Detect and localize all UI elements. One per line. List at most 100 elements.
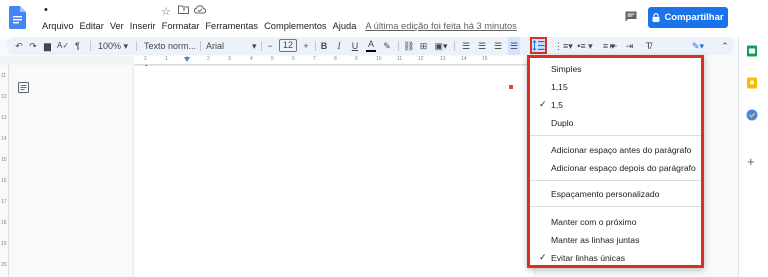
- add-addon-icon[interactable]: +: [747, 154, 755, 169]
- toolbar-divider: [261, 41, 262, 51]
- star-icon[interactable]: ☆: [161, 5, 171, 18]
- highlight-color-icon[interactable]: ✎: [382, 37, 392, 55]
- ruler-margin: [0, 56, 134, 65]
- toolbar: ↶ ↷ ▆ A✓ ¶ 100% ▾ Texto norm... ▾ Arial▾…: [6, 37, 734, 69]
- ruler-tick-label: 13: [1, 115, 7, 121]
- check-icon: ✓: [539, 252, 547, 262]
- add-space-before-item[interactable]: Adicionar espaço antes do parágrafo: [551, 145, 691, 155]
- insert-image-icon[interactable]: ▣▾: [433, 37, 449, 55]
- custom-spacing-item[interactable]: Espaçamento personalizado: [551, 189, 659, 199]
- line-spacing-simples[interactable]: Simples: [551, 64, 582, 74]
- underline-button[interactable]: U: [350, 37, 360, 55]
- menu-inserir[interactable]: Inserir: [127, 21, 159, 31]
- increase-font-size-button[interactable]: +: [301, 37, 311, 55]
- decrease-indent-icon[interactable]: ⇤: [608, 37, 619, 55]
- tasks-icon[interactable]: [746, 109, 758, 121]
- increase-indent-icon[interactable]: ⇥: [624, 37, 635, 55]
- line-spacing-icon: [532, 40, 545, 51]
- share-button[interactable]: Compartilhar: [648, 7, 728, 28]
- outline-icon[interactable]: [18, 82, 29, 93]
- line-spacing-menu: Simples 1,15 ✓ 1,5 Duplo Adicionar espaç…: [527, 55, 704, 268]
- keep-lines-together-item[interactable]: Manter as linhas juntas: [551, 235, 639, 245]
- bulleted-list-icon[interactable]: •≡ ▾: [574, 37, 596, 55]
- docs-window: • ☆ Arquivo Editar Ver Inserir Formatar …: [0, 0, 768, 277]
- spellcheck-icon[interactable]: A✓: [57, 37, 69, 55]
- menu-editar[interactable]: Editar: [77, 21, 107, 31]
- document-page[interactable]: [134, 66, 534, 277]
- menu-complementos[interactable]: Complementos: [261, 21, 330, 31]
- indent-marker-icon[interactable]: [184, 57, 190, 62]
- menu-divider: [530, 180, 701, 181]
- ruler-tick-label: 7: [313, 56, 316, 62]
- bold-button[interactable]: B: [319, 37, 329, 55]
- paint-format-icon[interactable]: ¶: [72, 37, 83, 55]
- italic-button[interactable]: I: [334, 37, 344, 55]
- toolbar-divider: [136, 41, 137, 51]
- toolbar-divider: [200, 41, 201, 51]
- zoom-select[interactable]: 100% ▾: [98, 37, 132, 55]
- link-icon[interactable]: ⛓: [403, 37, 414, 55]
- add-space-after-item[interactable]: Adicionar espaço depois do parágrafo: [551, 163, 696, 173]
- toolbar-divider: [315, 41, 316, 51]
- align-justify-icon[interactable]: ☰: [508, 37, 520, 55]
- title-bar: • ☆ Arquivo Editar Ver Inserir Formatar …: [0, 0, 768, 37]
- ruler-tick-label: 14: [1, 136, 7, 142]
- decrease-font-size-button[interactable]: −: [265, 37, 275, 55]
- menu-arquivo[interactable]: Arquivo: [39, 21, 77, 31]
- line-spacing-1-5[interactable]: 1,5: [551, 100, 563, 110]
- menu-ajuda[interactable]: Ajuda: [330, 21, 360, 31]
- cloud-icon[interactable]: [194, 5, 206, 14]
- ruler-tick-label: 8: [334, 56, 337, 62]
- comment-icon[interactable]: [625, 11, 637, 22]
- line-spacing-button[interactable]: [530, 37, 547, 54]
- undo-icon[interactable]: ↶: [14, 37, 24, 55]
- folder-icon[interactable]: [178, 5, 189, 14]
- font-select[interactable]: Arial ▾: [206, 37, 258, 55]
- print-icon[interactable]: ▆: [42, 37, 53, 55]
- menu-ferramentas[interactable]: Ferramentas: [202, 21, 261, 31]
- align-right-icon[interactable]: ☰: [493, 37, 503, 55]
- comment-add-icon[interactable]: ⊞: [418, 37, 429, 55]
- style-select[interactable]: Texto norm... ▾: [144, 37, 200, 69]
- cursor-marker: [509, 85, 513, 89]
- ruler-tick-label: 12: [1, 94, 7, 100]
- ruler-tick-label: 4: [250, 56, 253, 62]
- checklist-icon[interactable]: ⋮≡▾: [554, 37, 573, 55]
- last-edit-link[interactable]: A última edição foi feita há 3 minutos: [362, 21, 519, 31]
- editing-mode-icon[interactable]: ✎▾: [688, 37, 708, 55]
- document-title[interactable]: •: [44, 4, 48, 16]
- ruler-tick-label: 2: [207, 56, 210, 62]
- vertical-ruler: 11 12 13 14 15 16 17 18 19 20: [0, 65, 9, 277]
- ruler-tick-label: 5: [271, 56, 274, 62]
- zoom-value: 100%: [98, 41, 122, 51]
- ruler-tick-label: 11: [1, 73, 7, 79]
- ruler-tick-label: 11: [397, 56, 403, 62]
- ruler-tick-label: 15: [482, 56, 488, 62]
- ruler-tick-label: 17: [1, 199, 7, 205]
- sheets-icon[interactable]: [746, 45, 758, 57]
- ruler-tick-label: 3: [228, 56, 231, 62]
- line-spacing-1-15[interactable]: 1,15: [551, 82, 568, 92]
- keep-icon[interactable]: [746, 77, 758, 89]
- menu-ver[interactable]: Ver: [107, 21, 127, 31]
- docs-logo-icon[interactable]: [9, 6, 26, 29]
- font-value: Arial: [206, 41, 225, 51]
- horizontal-ruler[interactable]: 21123456789101112131415: [134, 56, 534, 65]
- menu-divider: [530, 206, 701, 207]
- clear-formatting-button[interactable]: T̸: [643, 37, 654, 55]
- toolbar-divider: [90, 41, 91, 51]
- ruler-tick-label: 10: [376, 56, 382, 62]
- align-left-icon[interactable]: ☰: [461, 37, 471, 55]
- ruler-tick-label: 15: [1, 157, 7, 163]
- text-color-button[interactable]: A: [366, 37, 376, 52]
- ruler-tick-label: 12: [418, 56, 424, 62]
- keep-with-next-item[interactable]: Manter com o próximo: [551, 217, 637, 227]
- ruler-tick-label: 1: [165, 56, 168, 62]
- menu-formatar[interactable]: Formatar: [159, 21, 203, 31]
- font-size-input[interactable]: 12: [279, 39, 297, 52]
- align-center-icon[interactable]: ☰: [477, 37, 487, 55]
- redo-icon[interactable]: ↷: [28, 37, 38, 55]
- collapse-menus-icon[interactable]: ⌃: [720, 37, 730, 55]
- prevent-single-lines-item[interactable]: Evitar linhas únicas: [551, 253, 625, 263]
- line-spacing-duplo[interactable]: Duplo: [551, 118, 573, 128]
